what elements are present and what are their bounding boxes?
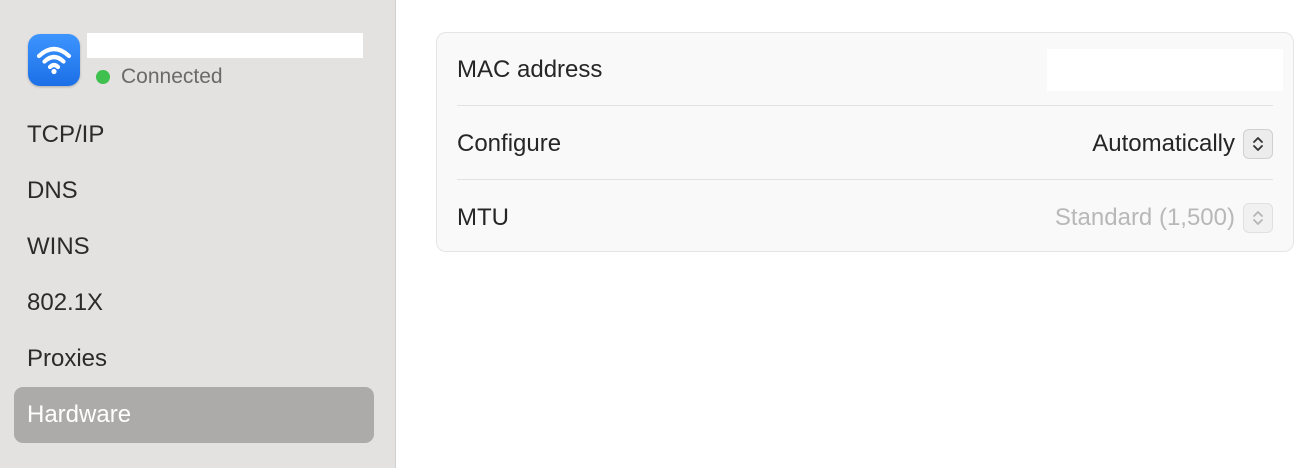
configure-row: Configure Automatically: [457, 107, 1273, 180]
chevron-up-down-icon[interactable]: [1243, 128, 1273, 159]
network-name: [87, 33, 363, 58]
sidebar-item-wins[interactable]: WINS: [14, 219, 374, 275]
row-divider: [457, 105, 1273, 106]
sidebar-item-dns[interactable]: DNS: [14, 163, 374, 219]
configure-popup-button[interactable]: Automatically: [1092, 128, 1273, 159]
sidebar-item-tcpip[interactable]: TCP/IP: [14, 107, 374, 163]
sidebar-item-proxies[interactable]: Proxies: [14, 331, 374, 387]
mtu-row: MTU Standard (1,500): [457, 181, 1273, 254]
configure-value: Automatically: [1092, 129, 1235, 157]
sidebar-item-8021x[interactable]: 802.1X: [14, 275, 374, 331]
sidebar-item-hardware[interactable]: Hardware: [14, 387, 374, 443]
chevron-up-down-icon[interactable]: [1243, 202, 1273, 233]
connection-status: Connected: [121, 65, 223, 88]
hardware-settings-panel: MAC address Configure Automatically MTU …: [436, 32, 1294, 252]
status-dot-icon: [96, 70, 110, 84]
mac-address-label: MAC address: [457, 55, 603, 83]
mtu-value: Standard (1,500): [1054, 203, 1235, 231]
sidebar-nav: TCP/IP DNS WINS 802.1X Proxies Hardware: [14, 107, 374, 443]
mac-address-row: MAC address: [457, 33, 1283, 106]
wifi-icon: [28, 34, 80, 86]
configure-label: Configure: [457, 129, 562, 157]
mtu-label: MTU: [457, 203, 509, 231]
mac-address-value: [1047, 48, 1283, 91]
network-header: Connected: [28, 33, 368, 89]
sidebar: Connected TCP/IP DNS WINS 802.1X Proxies…: [0, 0, 396, 468]
mtu-popup-button[interactable]: Standard (1,500): [1054, 202, 1273, 233]
row-divider: [457, 179, 1273, 180]
